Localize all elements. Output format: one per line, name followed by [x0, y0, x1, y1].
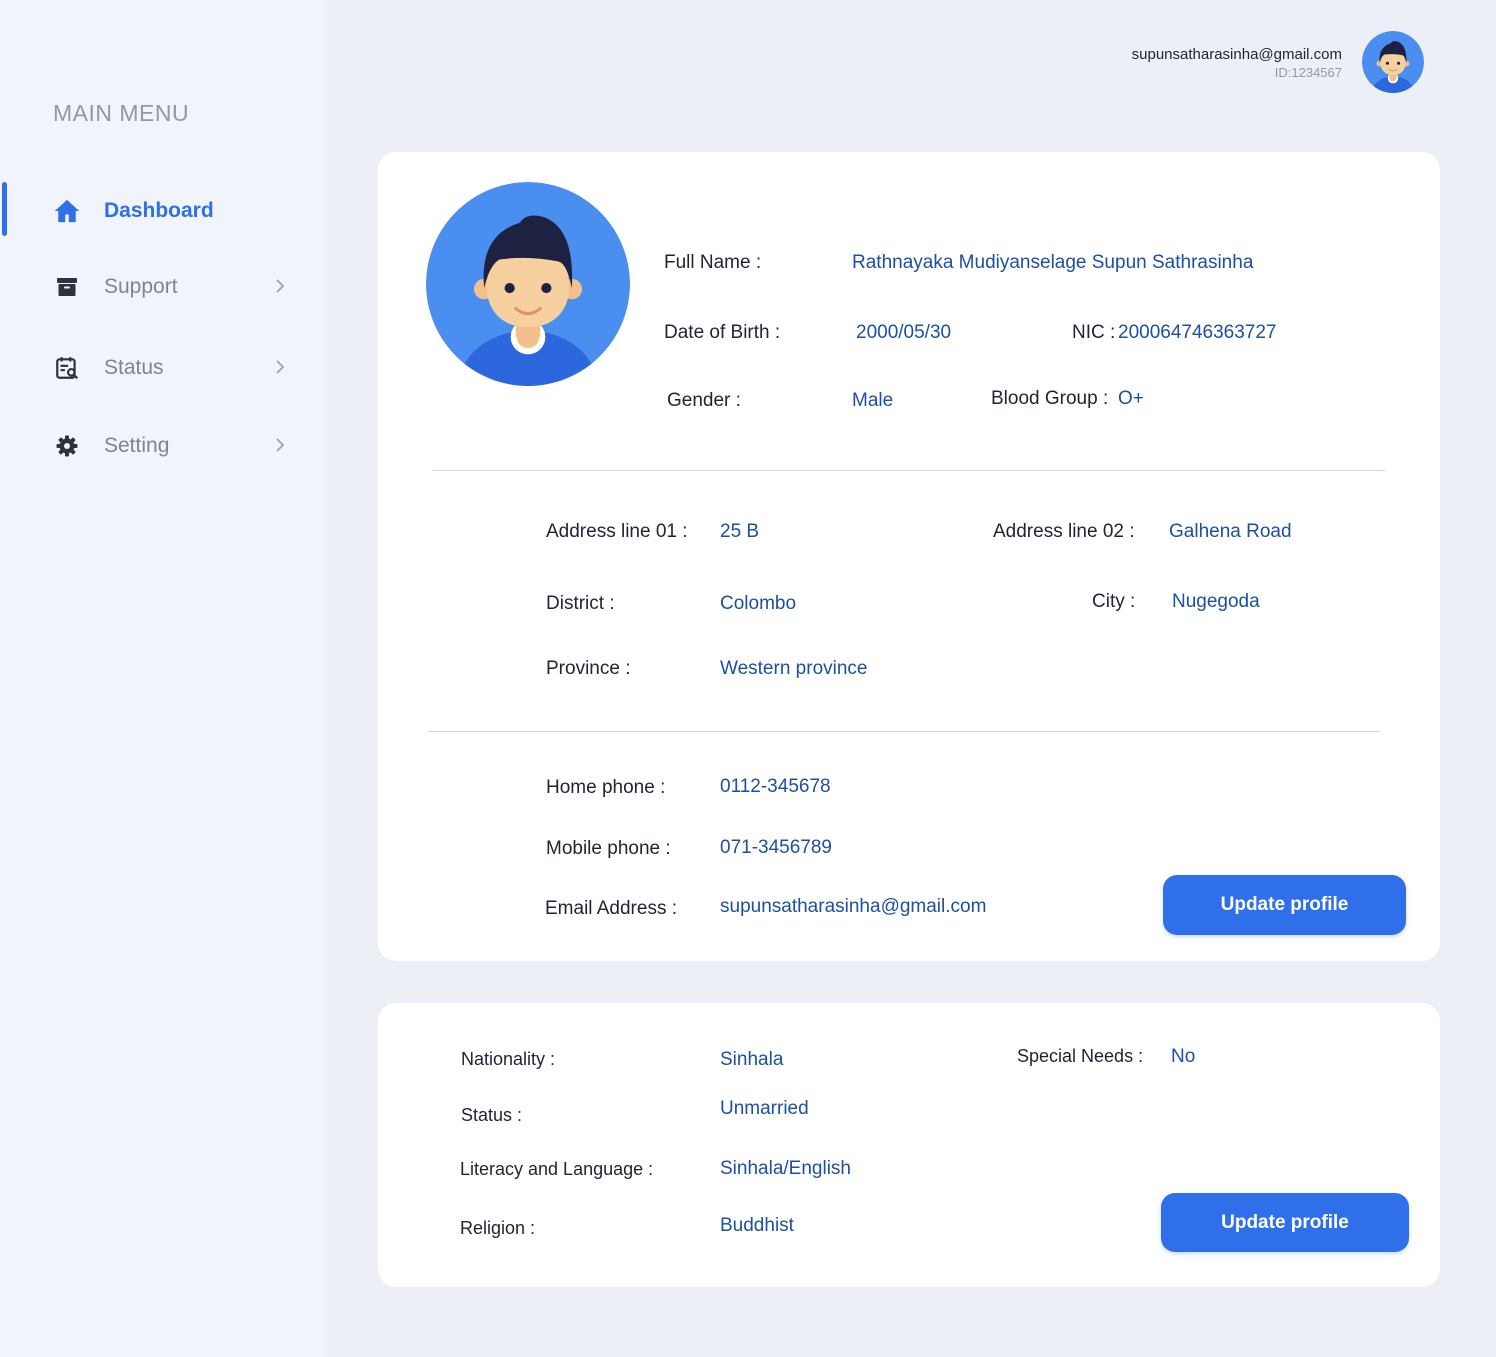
section-divider — [432, 470, 1385, 471]
special-needs-value: No — [1171, 1046, 1196, 1067]
city-label: City : — [1092, 591, 1136, 612]
city-value: Nugegoda — [1172, 591, 1260, 612]
mobile-phone-label: Mobile phone : — [546, 838, 671, 859]
personal-details-card: Nationality : Sinhala Special Needs : No… — [378, 1003, 1440, 1287]
main-menu-title: MAIN MENU — [53, 100, 190, 126]
address-line1-label: Address line 01 : — [546, 521, 688, 542]
calendar-search-icon — [52, 353, 82, 383]
sidebar-item-setting[interactable]: Setting — [52, 426, 292, 466]
section-divider — [428, 731, 1381, 732]
nationality-label: Nationality : — [461, 1049, 556, 1069]
archive-icon — [52, 272, 82, 302]
chevron-right-icon — [274, 359, 286, 380]
sidebar-item-label: Dashboard — [104, 199, 214, 222]
blood-group-label: Blood Group : — [991, 388, 1109, 409]
literacy-label: Literacy and Language : — [460, 1159, 654, 1179]
active-indicator — [2, 182, 7, 236]
district-value: Colombo — [720, 593, 797, 614]
update-profile-button[interactable]: Update profile — [1161, 1193, 1409, 1252]
sidebar-item-support[interactable]: Support — [52, 267, 292, 307]
blood-group-value: O+ — [1118, 388, 1144, 409]
sidebar-item-label: Setting — [104, 434, 170, 457]
dob-value: 2000/05/30 — [856, 322, 952, 343]
special-needs-label: Special Needs : — [1017, 1046, 1144, 1066]
sidebar-item-label: Support — [104, 275, 178, 298]
sidebar-item-dashboard[interactable]: Dashboard — [52, 191, 292, 231]
sidebar: MAIN MENU Dashboard Support Status Setti… — [0, 0, 325, 1357]
religion-label: Religion : — [460, 1218, 536, 1238]
province-value: Western province — [720, 658, 868, 679]
nationality-value: Sinhala — [720, 1049, 784, 1070]
home-icon — [52, 196, 82, 226]
gender-label: Gender : — [667, 390, 741, 411]
update-profile-button[interactable]: Update profile — [1163, 875, 1406, 935]
profile-card: Full Name : Rathnayaka Mudiyanselage Sup… — [378, 152, 1440, 961]
status-label: Status : — [461, 1105, 523, 1125]
chevron-right-icon — [274, 278, 286, 299]
religion-value: Buddhist — [720, 1215, 794, 1236]
home-phone-label: Home phone : — [546, 777, 666, 798]
avatar[interactable] — [1362, 31, 1424, 93]
gear-icon — [52, 431, 82, 461]
nic-value: 200064746363727 — [1118, 322, 1277, 343]
mobile-phone-value: 071-3456789 — [720, 837, 832, 858]
province-label: Province : — [546, 658, 631, 679]
district-label: District : — [546, 593, 615, 614]
user-id: ID:1234567 — [1274, 65, 1342, 80]
full-name-label: Full Name : — [664, 252, 762, 273]
sidebar-item-label: Status — [104, 356, 164, 379]
nic-label: NIC : — [1072, 322, 1116, 343]
gender-value: Male — [852, 390, 894, 411]
status-value: Unmarried — [720, 1098, 809, 1119]
email-value: supunsatharasinha@gmail.com — [720, 896, 987, 917]
literacy-value: Sinhala/English — [720, 1158, 851, 1179]
chevron-right-icon — [274, 437, 286, 458]
address-line1-value: 25 B — [720, 521, 760, 542]
sidebar-item-status[interactable]: Status — [52, 348, 292, 388]
full-name-value: Rathnayaka Mudiyanselage Supun Sathrasin… — [852, 252, 1254, 273]
user-email: supunsatharasinha@gmail.com — [1131, 46, 1342, 63]
address-line2-label: Address line 02 : — [993, 521, 1135, 542]
profile-avatar — [426, 182, 630, 386]
dob-label: Date of Birth : — [664, 322, 781, 343]
home-phone-value: 0112-345678 — [720, 776, 831, 797]
email-label: Email Address : — [545, 898, 677, 919]
address-line2-value: Galhena Road — [1169, 521, 1292, 542]
